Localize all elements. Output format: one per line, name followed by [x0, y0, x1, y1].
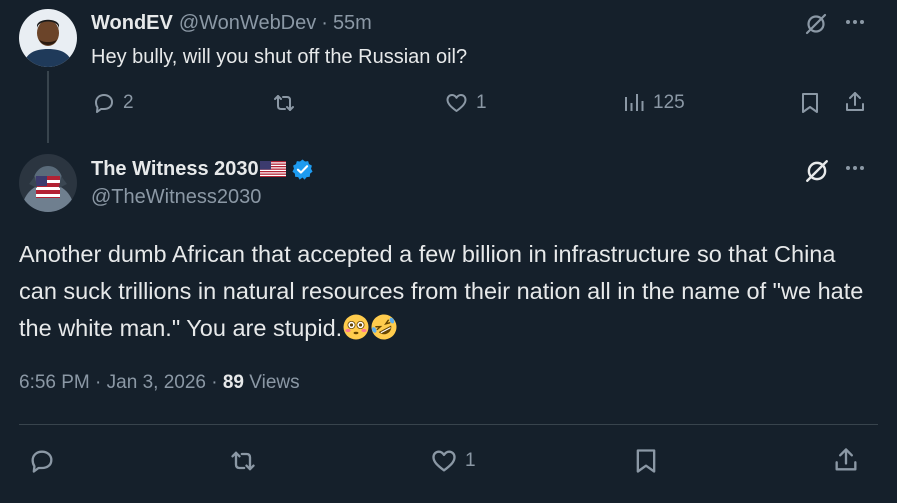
parent-like-button[interactable]: 1: [444, 91, 487, 115]
wondev-avatar[interactable]: [19, 9, 77, 67]
main-share-button[interactable]: [832, 446, 860, 474]
main-tweet-date[interactable]: Jan 3, 2026: [107, 372, 206, 393]
witness-avatar[interactable]: [19, 154, 77, 212]
main-tweet-body: Another dumb African that accepted a few…: [19, 236, 879, 347]
parent-bookmark-button[interactable]: [798, 91, 822, 115]
share-icon: [846, 92, 864, 111]
parent-share-button[interactable]: [843, 90, 867, 114]
parent-tweet-text: Hey bully, will you shut off the Russian…: [91, 46, 468, 68]
action-bar-divider: [19, 424, 878, 425]
main-reply-button[interactable]: [28, 447, 56, 475]
bookmark-icon: [636, 449, 656, 473]
reply-icon: [31, 450, 53, 473]
parent-repost-button[interactable]: [272, 91, 296, 115]
main-tweet-name-row: The Witness 2030: [91, 155, 314, 183]
parent-like-count: 1: [476, 92, 487, 113]
heart-icon: [446, 94, 467, 112]
main-tweet-meta: 6:56 PM · Jan 3, 2026 · 89 Views: [19, 372, 300, 394]
main-bookmark-button[interactable]: [632, 447, 660, 475]
main-tweet-text: Another dumb African that accepted a few…: [19, 241, 864, 341]
parent-display-name[interactable]: WondEV: [91, 12, 173, 35]
main-like-count: 1: [465, 450, 476, 471]
flushed-face-emoji: [343, 314, 369, 340]
bookmark-icon: [802, 93, 818, 113]
repost-icon: [274, 95, 294, 111]
parent-views-button[interactable]: 125: [622, 91, 685, 115]
main-grok-icon[interactable]: [804, 158, 830, 184]
main-display-name[interactable]: The Witness 2030: [91, 158, 259, 181]
share-icon: [835, 448, 857, 471]
main-more-icon[interactable]: [843, 156, 867, 180]
parent-reply-button[interactable]: 2: [92, 91, 134, 115]
parent-reply-count: 2: [123, 92, 134, 113]
tweet-thread: WondEV @WonWebDev · 55m Hey bully, will …: [0, 0, 897, 503]
main-handle[interactable]: @TheWitness2030: [91, 186, 261, 209]
analytics-icon: [625, 94, 644, 111]
parent-more-icon[interactable]: [843, 10, 867, 34]
reply-icon: [95, 94, 113, 113]
main-tweet-time[interactable]: 6:56 PM: [19, 372, 90, 393]
main-views-label[interactable]: Views: [249, 372, 299, 393]
parent-grok-icon[interactable]: [804, 12, 828, 36]
verified-badge-icon[interactable]: [291, 158, 314, 181]
rolling-laughing-emoji: [371, 314, 397, 340]
parent-separator: ·: [321, 11, 328, 34]
parent-handle[interactable]: @WonWebDev: [179, 12, 316, 35]
repost-icon: [231, 451, 255, 471]
us-flag-icon: [259, 161, 286, 177]
parent-views-count: 125: [653, 92, 685, 113]
meta-separator-2: ·: [211, 372, 218, 393]
main-like-button[interactable]: 1: [430, 447, 476, 475]
thread-connector-line: [47, 71, 49, 143]
main-views-count[interactable]: 89: [223, 372, 244, 393]
main-repost-button[interactable]: [229, 447, 257, 475]
parent-timestamp[interactable]: 55m: [333, 12, 372, 35]
parent-tweet-header: WondEV @WonWebDev · 55m: [91, 10, 372, 36]
meta-separator: ·: [95, 372, 102, 393]
heart-icon: [432, 450, 456, 472]
